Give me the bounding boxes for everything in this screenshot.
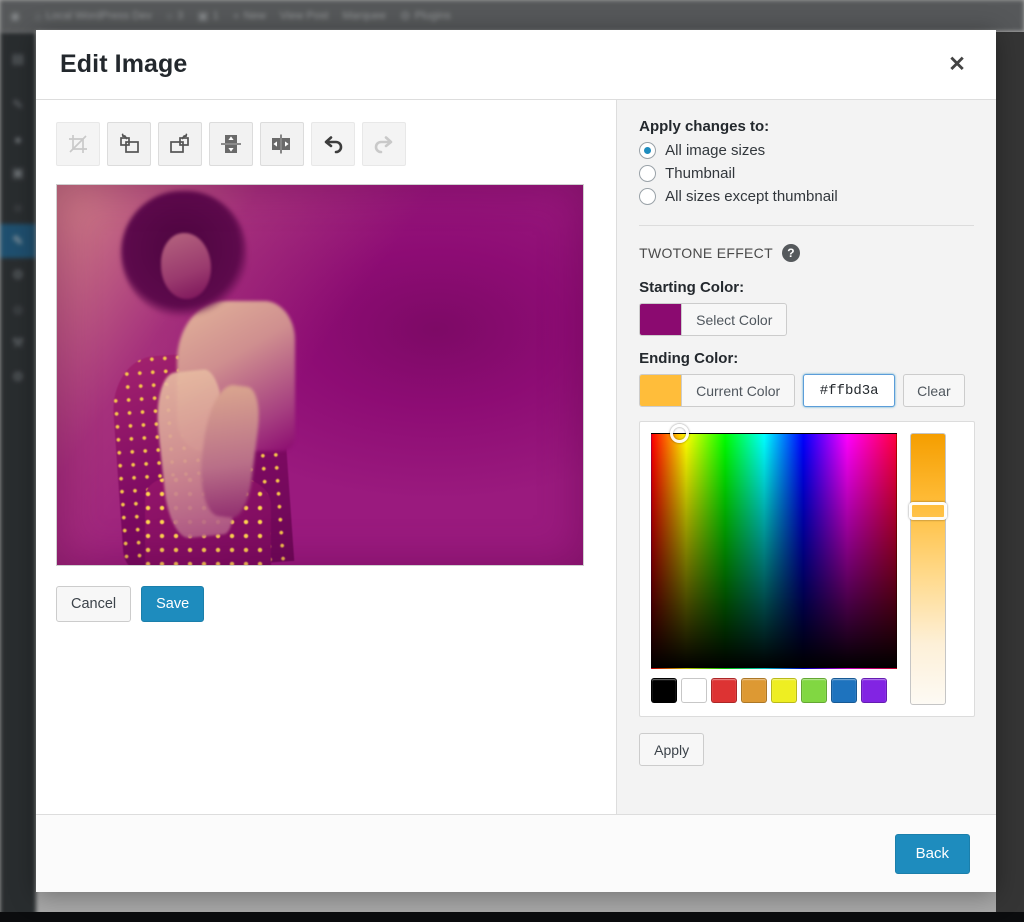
modal-header: Edit Image ✕: [36, 30, 996, 100]
clear-button[interactable]: Clear: [903, 374, 965, 407]
color-picker-marker[interactable]: [669, 423, 689, 443]
color-picker-panel: [639, 421, 976, 717]
starting-color-label: Starting Color:: [639, 279, 745, 296]
swatch-purple[interactable]: [861, 678, 888, 703]
radio-all-image-sizes[interactable]: All image sizes: [639, 142, 974, 159]
section-title: TWOTONE EFFECT: [639, 245, 773, 261]
starting-color-block: Starting Color: Select Color: [639, 279, 974, 336]
current-color-button[interactable]: Current Color: [639, 374, 796, 407]
select-color-button[interactable]: Select Color: [639, 303, 788, 336]
image-preview[interactable]: [56, 184, 584, 566]
apply-changes-label: Apply changes to:: [639, 118, 770, 135]
save-button[interactable]: Save: [141, 586, 205, 622]
image-editor-pane: Cancel Save: [36, 100, 618, 814]
starting-color-row: Select Color: [639, 303, 974, 336]
flip-vertical-icon[interactable]: [209, 122, 253, 166]
hue-slider-handle[interactable]: [909, 502, 948, 520]
radio-label: Thumbnail: [665, 165, 736, 182]
starting-color-swatch[interactable]: [640, 304, 683, 335]
rotate-left-icon[interactable]: [107, 122, 151, 166]
rotate-right-icon[interactable]: [158, 122, 202, 166]
current-color-label: Current Color: [696, 382, 781, 399]
cancel-button[interactable]: Cancel: [56, 586, 132, 622]
radio-button-icon[interactable]: [639, 188, 657, 205]
ending-color-block: Ending Color: Current Color Clear: [639, 350, 974, 407]
image-vignette: [57, 185, 583, 565]
twotone-section-heading: TWOTONE EFFECT ?: [639, 244, 974, 262]
swatch-green[interactable]: [801, 678, 828, 703]
radio-label: All image sizes: [665, 142, 766, 159]
page-title: Edit Image: [60, 50, 188, 78]
edit-image-modal: Edit Image ✕ Cancel Save Apply changes t…: [36, 30, 996, 892]
close-icon[interactable]: ✕: [940, 48, 974, 82]
ending-color-row: Current Color Clear: [639, 374, 974, 407]
flip-horizontal-icon[interactable]: [260, 122, 304, 166]
apply-button[interactable]: Apply: [639, 733, 705, 766]
redo-icon[interactable]: [362, 122, 406, 166]
hue-slider[interactable]: [909, 433, 948, 705]
swatch-orange[interactable]: [741, 678, 768, 703]
select-color-label: Select Color: [696, 311, 773, 328]
help-icon[interactable]: ?: [781, 244, 800, 262]
swatch-black[interactable]: [651, 678, 678, 703]
radio-button-icon[interactable]: [639, 165, 657, 182]
back-button[interactable]: Back: [894, 833, 970, 874]
settings-divider: [639, 225, 974, 226]
radio-thumbnail[interactable]: Thumbnail: [639, 165, 974, 182]
picker-left-column: [651, 423, 898, 705]
undo-icon[interactable]: [311, 122, 355, 166]
swatch-blue[interactable]: [831, 678, 858, 703]
saturation-value-map[interactable]: [651, 423, 898, 669]
swatch-yellow[interactable]: [771, 678, 798, 703]
radio-all-except-thumbnail[interactable]: All sizes except thumbnail: [639, 188, 974, 205]
color-swatch-list: [651, 678, 897, 703]
swatch-white[interactable]: [681, 678, 708, 703]
ending-color-swatch[interactable]: [640, 375, 683, 406]
swatch-red[interactable]: [711, 678, 738, 703]
hex-color-input[interactable]: [803, 374, 896, 407]
image-toolbar: [56, 122, 616, 166]
modal-body: Cancel Save Apply changes to: All image …: [36, 100, 996, 814]
radio-button-icon[interactable]: [639, 142, 657, 159]
editor-actions: Cancel Save: [56, 586, 616, 622]
modal-footer: Back: [36, 814, 996, 892]
settings-pane: Apply changes to: All image sizes Thumbn…: [617, 100, 996, 814]
crop-icon[interactable]: [56, 122, 100, 166]
ending-color-label: Ending Color:: [639, 350, 739, 367]
radio-label: All sizes except thumbnail: [665, 188, 838, 205]
